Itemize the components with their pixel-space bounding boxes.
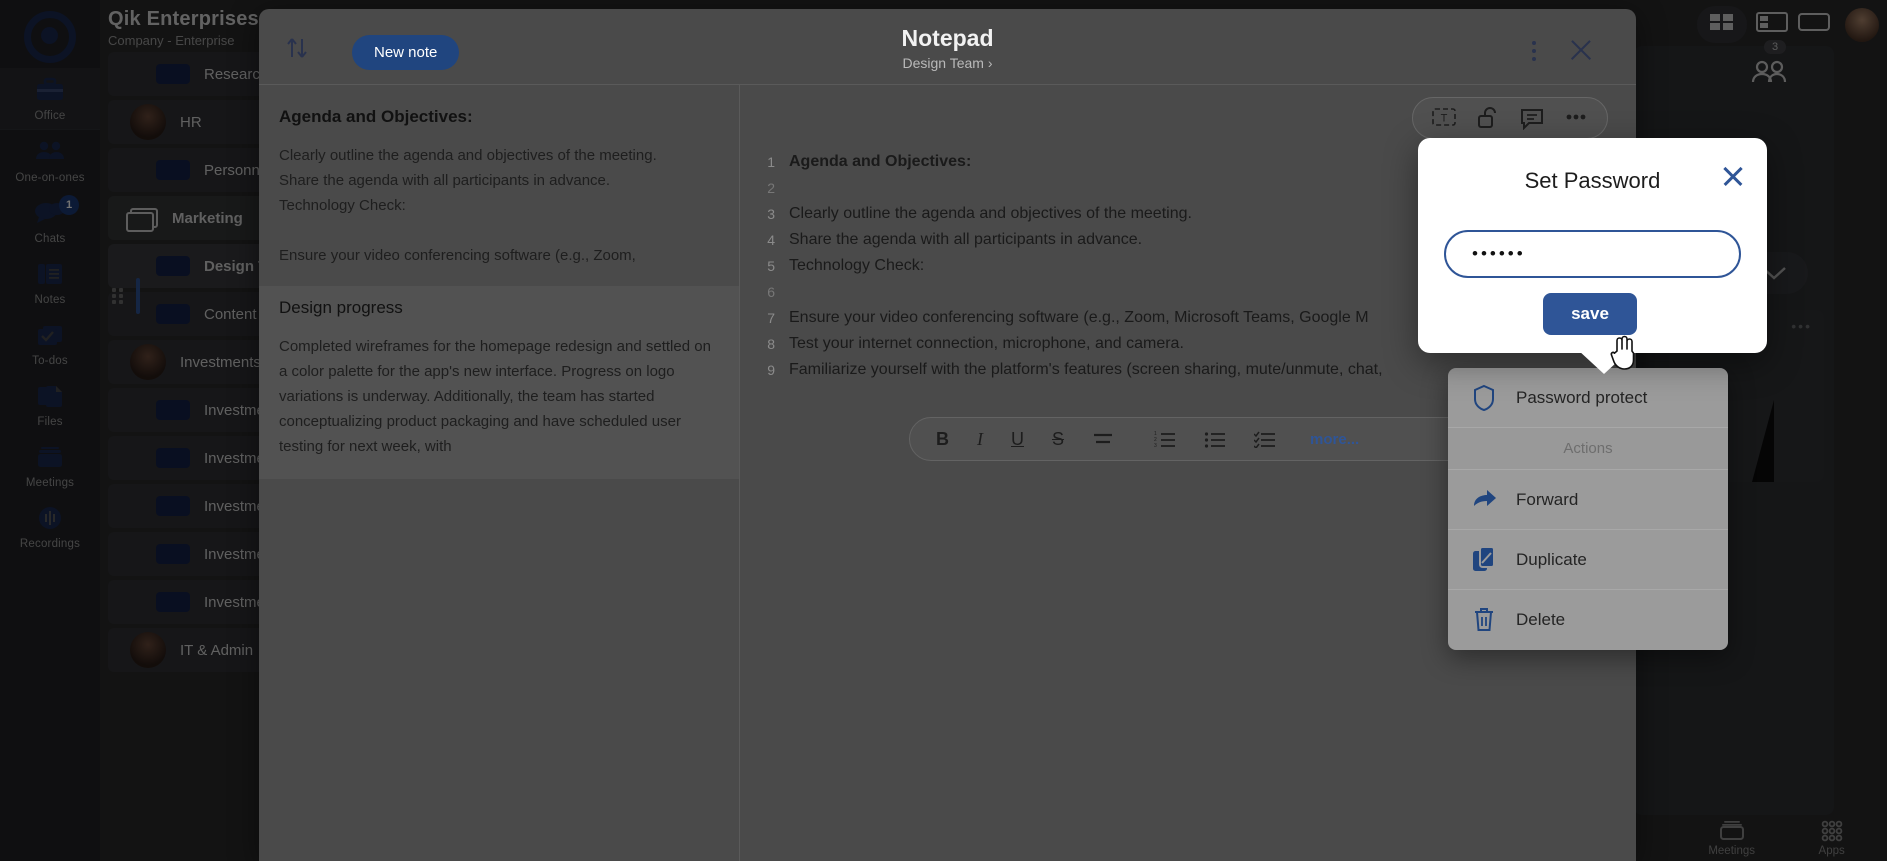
line-text: Test your internet connection, microphon… [789, 335, 1184, 352]
line-number: 8 [767, 336, 775, 352]
comment-icon[interactable] [1519, 106, 1545, 131]
line-text: Clearly outline the agenda and objective… [789, 205, 1192, 222]
notepad-modal: New note Notepad Design Team › Agenda an… [259, 9, 1636, 861]
note-card[interactable]: Agenda and Objectives: Clearly outline t… [279, 97, 719, 286]
line-number: 3 [767, 206, 775, 222]
more-vertical-icon[interactable] [1532, 41, 1536, 61]
note-context-menu: Password protect Actions Forward Duplica… [1448, 368, 1728, 650]
context-menu-item-password-protect[interactable]: Password protect [1448, 368, 1728, 428]
context-menu-item-duplicate[interactable]: Duplicate [1448, 530, 1728, 590]
unlock-icon[interactable] [1475, 106, 1501, 130]
notepad-header: New note Notepad Design Team › [259, 9, 1636, 85]
save-button[interactable]: save [1543, 293, 1637, 335]
context-menu-label: Delete [1516, 610, 1566, 629]
notepad-breadcrumb[interactable]: Design Team › [259, 55, 1636, 71]
line-text: Technology Check: [789, 257, 925, 274]
more-horizontal-icon[interactable] [1563, 106, 1589, 130]
underline-button[interactable]: U [1011, 429, 1024, 450]
close-icon[interactable] [1721, 164, 1745, 188]
note-card-title: Design progress [279, 298, 403, 317]
set-password-dialog: Set Password save [1418, 138, 1767, 353]
context-menu-label: Duplicate [1516, 549, 1587, 569]
strikethrough-button[interactable]: S [1052, 429, 1064, 450]
line-number: 9 [767, 362, 775, 378]
svg-text:3: 3 [1154, 443, 1157, 448]
context-menu-label: Forward [1516, 489, 1579, 509]
notepad-title: Notepad [901, 25, 994, 51]
context-menu-label: Password protect [1516, 387, 1648, 407]
bullet-list-icon[interactable] [1204, 430, 1226, 448]
context-menu-item-forward[interactable]: Forward [1448, 470, 1728, 530]
checklist-icon[interactable] [1253, 430, 1276, 450]
more-formatting-link[interactable]: more... [1310, 431, 1359, 448]
mouse-cursor [1608, 332, 1642, 377]
svg-text:T: T [1441, 113, 1448, 125]
align-icon[interactable] [1092, 430, 1114, 448]
note-card-body: Completed wireframes for the homepage re… [279, 338, 711, 455]
line-number: 1 [767, 154, 775, 170]
forward-arrow-icon [1472, 486, 1498, 514]
ordered-list-icon[interactable]: 123 [1154, 430, 1176, 449]
duplicate-icon [1472, 545, 1498, 574]
shield-icon [1472, 384, 1498, 412]
line-text: Share the agenda with all participants i… [789, 231, 1143, 248]
password-input[interactable] [1444, 230, 1741, 278]
notepad-title-block: Notepad Design Team › [259, 25, 1636, 71]
trash-icon [1472, 606, 1498, 634]
text-box-icon[interactable]: T [1431, 106, 1457, 130]
line-number: 5 [767, 258, 775, 274]
note-card-body: Clearly outline the agenda and objective… [279, 147, 657, 264]
line-number: 2 [767, 180, 775, 196]
line-number: 6 [767, 284, 775, 300]
close-icon[interactable] [1568, 37, 1594, 63]
app-screen: Office One-on-ones 1 Chats Notes [0, 0, 1887, 861]
context-menu-item-delete[interactable]: Delete [1448, 590, 1728, 650]
line-number: 4 [767, 232, 775, 248]
line-text: Familiarize yourself with the platform's… [789, 361, 1383, 378]
italic-button[interactable]: I [977, 429, 983, 450]
dialog-title: Set Password [1524, 168, 1661, 193]
line-text: Agenda and Objectives: [789, 153, 972, 170]
note-list: Agenda and Objectives: Clearly outline t… [259, 85, 740, 861]
context-menu-section-actions: Actions [1448, 428, 1728, 470]
bold-button[interactable]: B [936, 429, 949, 450]
line-number: 7 [767, 310, 775, 326]
editor-toolbar: T [1412, 97, 1608, 139]
note-card-selected[interactable]: Design progress Completed wireframes for… [259, 286, 739, 479]
line-text: Ensure your video conferencing software … [789, 309, 1369, 326]
note-card-title: Agenda and Objectives: [279, 107, 473, 126]
